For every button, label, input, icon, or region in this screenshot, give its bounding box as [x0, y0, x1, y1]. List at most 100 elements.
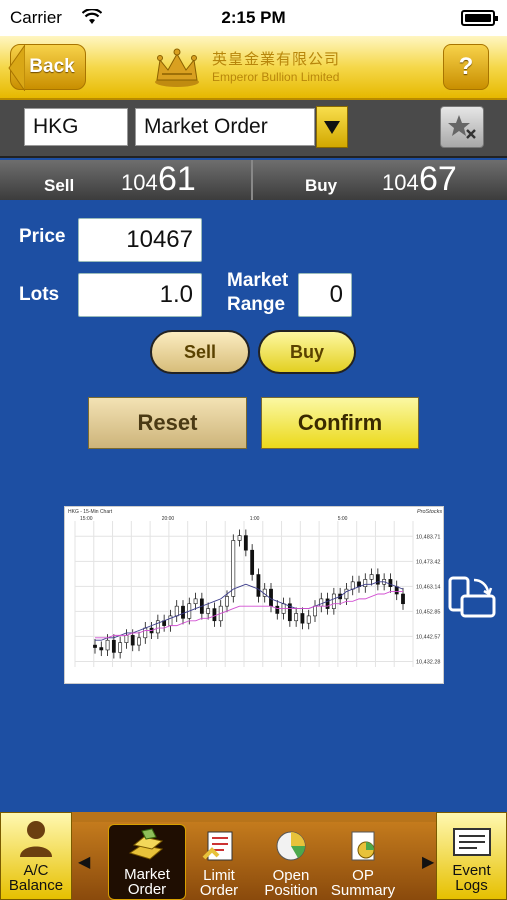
candle-body: [250, 549, 255, 575]
buy-toggle-button[interactable]: Buy: [258, 330, 356, 374]
buy-price-suffix: 67: [419, 160, 457, 198]
chart-y-tick-label: 10,442.57: [416, 634, 440, 640]
summary-report-icon: [351, 831, 375, 861]
tab-limit-order-line1: Limit: [203, 867, 235, 884]
candle-body: [369, 574, 374, 580]
candle-body: [181, 605, 185, 619]
tab-market-order[interactable]: Market Order: [108, 824, 186, 900]
tray-left-arrow-icon[interactable]: ◀: [78, 852, 90, 872]
battery-icon: [461, 10, 498, 26]
candle-body: [300, 613, 305, 624]
ac-balance-label-line2: Balance: [8, 877, 64, 894]
candle-body: [168, 615, 173, 626]
price-chart[interactable]: 10,483.71 10,473.42 10,463.14 10,452.85 10,4…: [64, 506, 444, 684]
logo-chinese-text: 英皇金業有限公司: [212, 51, 341, 68]
star-remove-icon: [448, 115, 476, 139]
rotate-chart-button[interactable]: [448, 574, 498, 624]
gold-bars-icon: [128, 828, 164, 860]
chart-canvas: 10,483.71 10,473.42 10,463.14 10,452.85 10,4…: [68, 509, 442, 667]
favorite-remove-button[interactable]: [440, 106, 484, 148]
ac-balance-label-line1: A/C: [23, 862, 49, 879]
candle-body: [275, 605, 280, 614]
market-range-input[interactable]: 0: [298, 273, 352, 317]
crown-icon: [155, 48, 199, 87]
candle-body: [237, 535, 242, 541]
candle-body: [401, 593, 405, 605]
app-header: Back 英皇金業有限公司 Emperor Bullion Limited ?: [0, 36, 507, 100]
back-button[interactable]: Back: [8, 44, 86, 91]
chart-x-tick-label: 15:00: [80, 516, 93, 522]
lots-input[interactable]: 1.0: [78, 273, 202, 317]
candle-body: [331, 593, 336, 609]
order-type-select[interactable]: Market Order: [135, 108, 315, 146]
event-log-icon: [452, 828, 491, 856]
tray-right-arrow-icon[interactable]: ▶: [422, 852, 434, 872]
tab-tray: ◀ Market Order Limit Order Open Position…: [72, 822, 436, 900]
market-range-value: 0: [329, 281, 343, 308]
lots-label: Lots: [19, 284, 60, 305]
chart-x-tick-label: 5:00: [338, 516, 348, 522]
chart-brand: ProStocks: [417, 509, 442, 515]
candle-body: [118, 642, 123, 653]
help-label: ?: [458, 53, 474, 80]
chart-x-tick-label: 20:00: [162, 516, 175, 522]
back-label: Back: [29, 56, 75, 77]
chart-y-tick-label: 10,473.42: [416, 559, 440, 565]
candle-body: [388, 579, 393, 588]
rotate-screen-icon: [448, 576, 496, 618]
candle-body: [344, 588, 349, 600]
tab-market-order-line1: Market: [124, 866, 170, 883]
candle-body: [363, 579, 368, 588]
reset-button[interactable]: Reset: [88, 397, 247, 449]
candle-body: [212, 608, 217, 622]
sell-quote: Sell 104 61: [0, 160, 253, 200]
lots-value: 1.0: [159, 281, 193, 308]
candle-body: [243, 535, 248, 551]
buy-quote-label: Buy: [305, 176, 338, 195]
candle-body: [319, 598, 324, 607]
candle-body: [206, 608, 211, 614]
event-logs-button[interactable]: Event Logs: [436, 812, 507, 900]
candle-body: [99, 647, 104, 651]
help-button[interactable]: ?: [443, 44, 489, 90]
candle-body: [174, 605, 179, 617]
candle-body: [137, 637, 141, 646]
sell-toggle-label: Sell: [183, 341, 217, 362]
back-arrow-icon: [8, 45, 25, 91]
product-value: HKG: [33, 115, 79, 138]
status-bar: Carrier 2:15 PM: [0, 0, 507, 36]
candle-body: [124, 635, 129, 643]
reset-label: Reset: [137, 410, 198, 435]
chart-title: HKG - 15-Min Chart: [68, 509, 113, 515]
tab-open-position[interactable]: Open Position: [252, 824, 330, 900]
tab-limit-order[interactable]: Limit Order: [180, 824, 258, 900]
sell-quote-label: Sell: [44, 176, 75, 195]
confirm-label: Confirm: [297, 410, 383, 435]
candle-body: [294, 613, 299, 622]
price-input[interactable]: 10467: [78, 218, 202, 262]
pie-chart-icon: [276, 831, 306, 861]
product-select[interactable]: HKG: [24, 108, 128, 146]
chart-y-tick-label: 10,432.28: [416, 659, 440, 665]
quote-bar: Sell 104 61 Buy 104 67: [0, 160, 507, 200]
order-type-dropdown-button[interactable]: [316, 106, 348, 148]
tab-market-order-line2: Order: [127, 881, 167, 898]
chart-y-tick-label: 10,452.85: [416, 609, 440, 615]
candle-body: [313, 605, 317, 617]
clock: 2:15 PM: [221, 8, 286, 27]
tab-op-summary[interactable]: OP Summary: [324, 824, 402, 900]
buy-toggle-label: Buy: [289, 341, 324, 362]
sell-toggle-button[interactable]: Sell: [150, 330, 250, 374]
tab-open-position-line1: Open: [272, 867, 310, 884]
candle-body: [130, 635, 135, 646]
candle-body: [105, 639, 110, 651]
confirm-button[interactable]: Confirm: [261, 397, 419, 449]
tab-limit-order-line2: Order: [199, 882, 239, 899]
candle-body: [143, 627, 148, 639]
event-logs-label-line2: Logs: [455, 877, 488, 894]
candle-body: [306, 615, 311, 624]
candle-body: [231, 540, 236, 597]
ac-balance-button[interactable]: A/C Balance: [0, 812, 72, 900]
market-range-label-line2: Range: [227, 294, 286, 315]
buy-quote: Buy 104 67: [255, 160, 507, 200]
